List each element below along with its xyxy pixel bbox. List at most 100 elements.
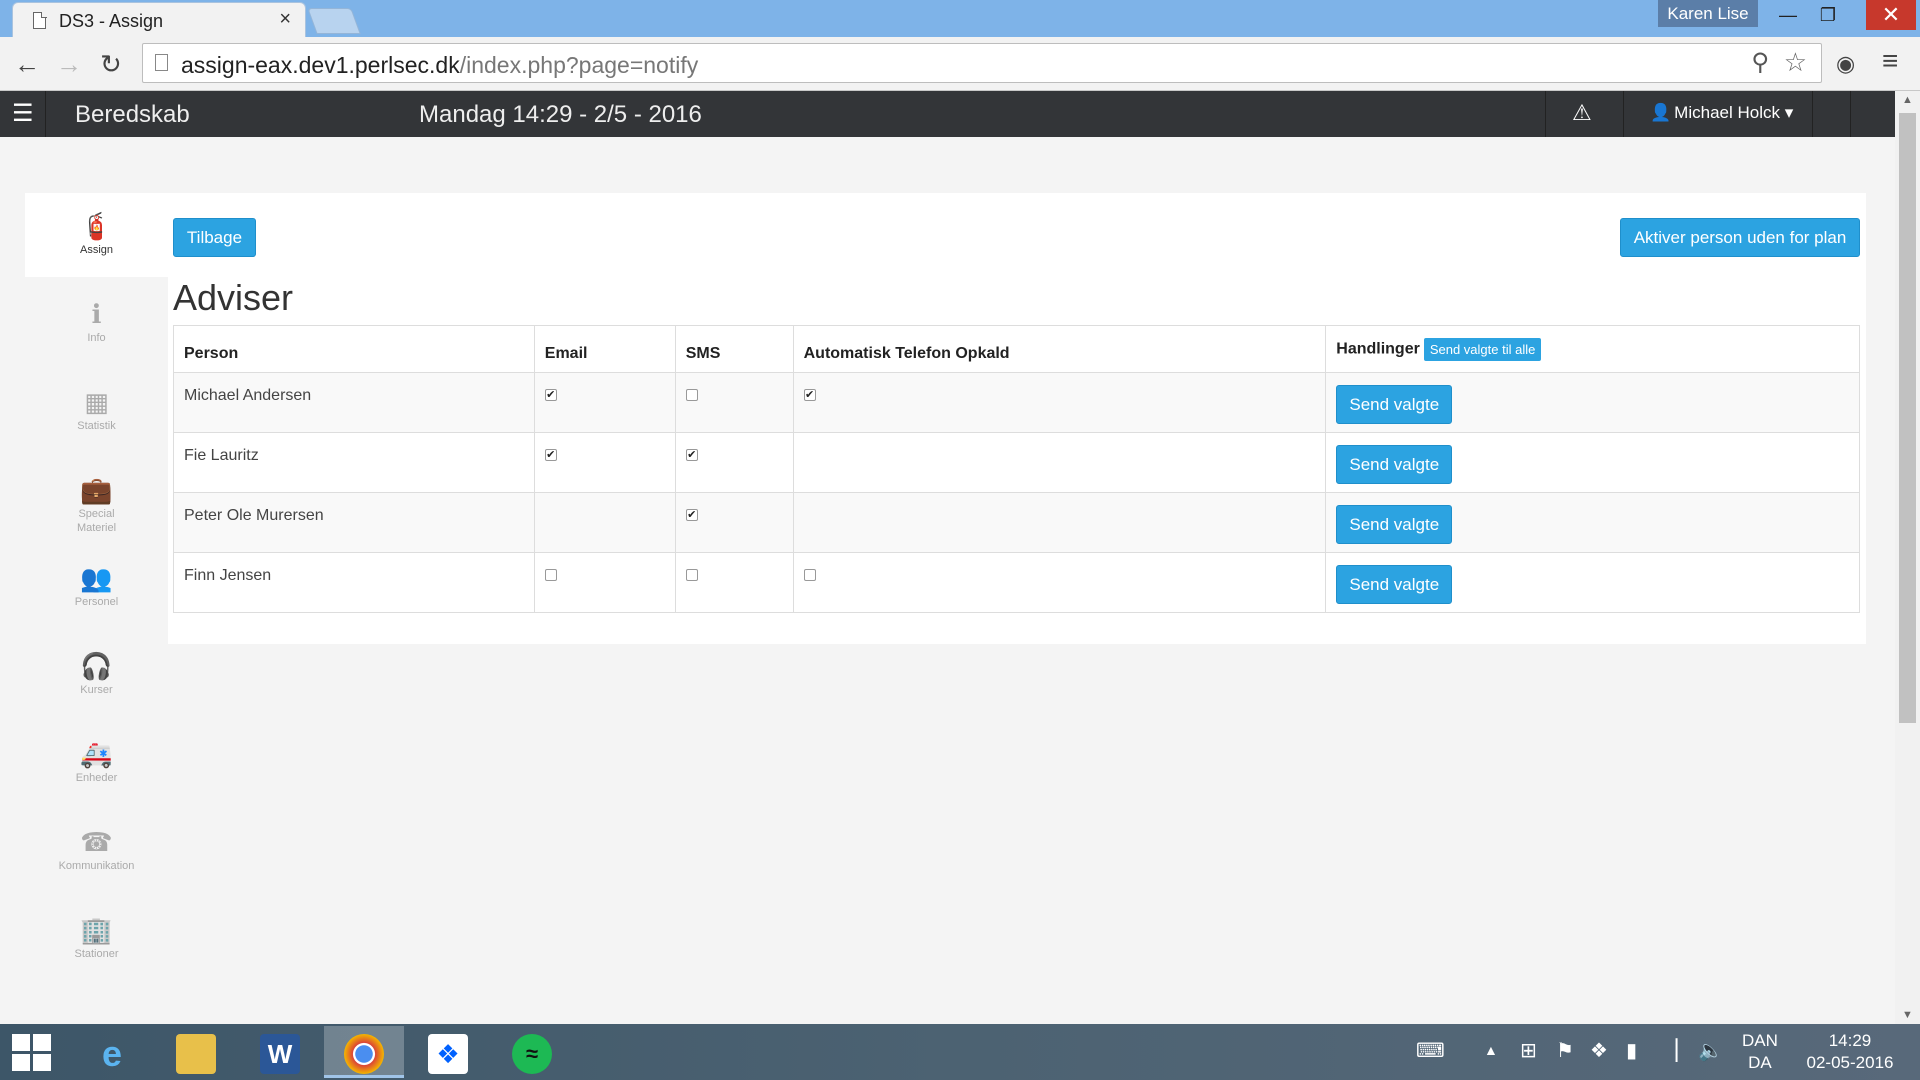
- maximize-icon[interactable]: ❐: [1810, 0, 1846, 30]
- sms-cell: ✔: [674, 432, 794, 493]
- actions-cell: Send valgte: [1325, 432, 1860, 493]
- notify-table: Person Email SMS Automatisk Telefon Opka…: [173, 325, 1860, 613]
- sms-checkbox[interactable]: ✔: [685, 509, 698, 521]
- forward-arrow-icon[interactable]: →: [56, 49, 82, 80]
- send-selected-button[interactable]: Send valgte: [1336, 505, 1453, 544]
- volume-icon[interactable]: 🔈: [1698, 1038, 1723, 1063]
- url-host: assign-eax.dev1.perlsec.dk: [181, 52, 460, 78]
- sms-checkbox[interactable]: [685, 389, 698, 401]
- briefcase-icon: 💼: [80, 475, 113, 505]
- taskbar-chrome[interactable]: [324, 1026, 404, 1078]
- app-brand[interactable]: Beredskab: [75, 101, 190, 129]
- send-all-button[interactable]: Send valgte til alle: [1423, 337, 1542, 361]
- new-tab-button[interactable]: [307, 8, 361, 34]
- sidebar-item-personel[interactable]: 👥 Personel: [25, 545, 168, 625]
- header-email: Email: [533, 325, 676, 373]
- phone-cell: ✔: [792, 372, 1327, 433]
- close-window-icon[interactable]: ✕: [1866, 0, 1916, 30]
- sidebar-item-stationer[interactable]: 🏢 Stationer: [25, 897, 168, 977]
- sidebar-item-special-materiel[interactable]: 💼 Special Materiel: [25, 457, 168, 537]
- page-scrollbar[interactable]: ▲ ▼: [1895, 91, 1920, 1024]
- send-selected-button[interactable]: Send valgte: [1336, 385, 1453, 424]
- url-path: /index.php?page=notify: [459, 52, 699, 78]
- tab-close-icon[interactable]: ×: [279, 8, 291, 31]
- activate-person-button[interactable]: Aktiver person uden for plan: [1620, 218, 1860, 257]
- windows-start-icon[interactable]: [12, 1034, 52, 1072]
- phone-checkbox[interactable]: [803, 569, 816, 581]
- email-checkbox[interactable]: [544, 569, 557, 581]
- phone-cell: [792, 492, 1327, 553]
- sidebar-item-kommunikation[interactable]: ☎ Kommunikation: [25, 809, 168, 889]
- header-divider: [1623, 91, 1624, 137]
- page-title: Adviser: [173, 277, 294, 318]
- bookmark-star-icon[interactable]: ☆: [1784, 47, 1807, 78]
- table-header-row: Person Email SMS Automatisk Telefon Opka…: [173, 325, 1860, 373]
- scroll-up-icon[interactable]: ▲: [1902, 94, 1913, 106]
- user-menu[interactable]: 👤 Michael Holck ▾: [1650, 103, 1793, 123]
- language-indicator[interactable]: DAN DA: [1742, 1030, 1778, 1074]
- email-checkbox[interactable]: ✔: [544, 389, 557, 401]
- browser-tab[interactable]: DS3 - Assign ×: [12, 2, 306, 37]
- sidebar-item-kurser[interactable]: 🎧 Kurser: [25, 633, 168, 713]
- sidebar-item-assign[interactable]: 🧯 Assign: [25, 193, 168, 277]
- calendar-icon: ▦: [84, 387, 109, 417]
- extension-icon[interactable]: ◉: [1836, 51, 1855, 77]
- system-clock[interactable]: 14:29 02-05-2016: [1800, 1030, 1900, 1074]
- document-icon: [33, 11, 47, 29]
- minimize-icon[interactable]: —: [1770, 0, 1806, 30]
- tray-expand-icon[interactable]: ▲: [1484, 1042, 1498, 1058]
- send-selected-button[interactable]: Send valgte: [1336, 565, 1453, 604]
- sidebar-item-label: Personel: [74, 596, 119, 608]
- battery-icon[interactable]: ▮: [1626, 1038, 1637, 1063]
- actions-cell: Send valgte: [1325, 372, 1860, 433]
- sidebar-item-enheder[interactable]: 🚑 Enheder: [25, 721, 168, 801]
- warning-icon[interactable]: ⚠: [1572, 100, 1592, 126]
- table-row: Finn Jensen Send valgte: [173, 552, 1860, 613]
- email-cell: ✔: [533, 432, 676, 493]
- back-button[interactable]: Tilbage: [173, 218, 256, 257]
- internet-explorer-icon: e: [101, 1033, 123, 1074]
- sms-checkbox[interactable]: ✔: [685, 449, 698, 461]
- sms-checkbox[interactable]: [685, 569, 698, 581]
- send-selected-button[interactable]: Send valgte: [1336, 445, 1453, 484]
- signal-icon[interactable]: ▕: [1662, 1038, 1677, 1063]
- chrome-icon: [344, 1034, 384, 1074]
- dropbox-tray-icon[interactable]: ❖: [1590, 1038, 1608, 1063]
- address-bar[interactable]: assign-eax.dev1.perlsec.dk/index.php?pag…: [142, 43, 1822, 83]
- sidebar-item-label: Special Materiel: [76, 508, 117, 534]
- keyboard-icon[interactable]: ⌨: [1416, 1038, 1445, 1063]
- email-checkbox[interactable]: ✔: [544, 449, 557, 461]
- profile-button[interactable]: Karen Lise: [1658, 0, 1758, 27]
- header-sms: SMS: [674, 325, 794, 373]
- browser-toolbar: ← → ↻ assign-eax.dev1.perlsec.dk/index.p…: [0, 37, 1920, 91]
- taskbar-word[interactable]: W: [240, 1026, 320, 1078]
- windows-icon[interactable]: ⊞: [1520, 1038, 1537, 1063]
- taskbar-file-explorer[interactable]: [156, 1026, 236, 1078]
- reload-icon[interactable]: ↻: [100, 49, 122, 80]
- main-panel: Tilbage Aktiver person uden for plan Adv…: [168, 193, 1866, 644]
- url-text: assign-eax.dev1.perlsec.dk/index.php?pag…: [181, 52, 698, 79]
- sidebar-item-info[interactable]: ℹ Info: [25, 281, 168, 361]
- tab-title: DS3 - Assign: [59, 11, 164, 31]
- zoom-icon[interactable]: ⚲: [1751, 48, 1769, 77]
- taskbar-internet-explorer[interactable]: e: [72, 1026, 152, 1078]
- taskbar-spotify[interactable]: ≈: [492, 1026, 572, 1078]
- sidebar-item-statistik[interactable]: ▦ Statistik: [25, 369, 168, 449]
- browser-menu-icon[interactable]: ≡: [1882, 45, 1898, 77]
- user-icon: 👤: [1650, 103, 1672, 122]
- keyboard-layout: DA: [1748, 1053, 1772, 1072]
- taskbar-dropbox[interactable]: ❖: [408, 1026, 488, 1078]
- sidebar-item-label: Enheder: [75, 772, 118, 784]
- phone-checkbox[interactable]: ✔: [803, 389, 816, 401]
- sms-cell: [674, 552, 794, 613]
- header-divider: [1812, 91, 1813, 137]
- person-cell: Fie Lauritz: [173, 432, 535, 493]
- header-actions-label: Handlinger: [1336, 340, 1420, 358]
- flag-icon[interactable]: ⚑: [1556, 1038, 1574, 1063]
- hamburger-menu-icon[interactable]: ☰: [12, 99, 34, 128]
- person-name: Michael Andersen: [184, 387, 312, 404]
- scroll-down-icon[interactable]: ▼: [1902, 1009, 1913, 1021]
- sidebar-item-label: Assign: [79, 244, 114, 256]
- back-arrow-icon[interactable]: ←: [14, 49, 40, 80]
- scroll-thumb[interactable]: [1899, 113, 1916, 723]
